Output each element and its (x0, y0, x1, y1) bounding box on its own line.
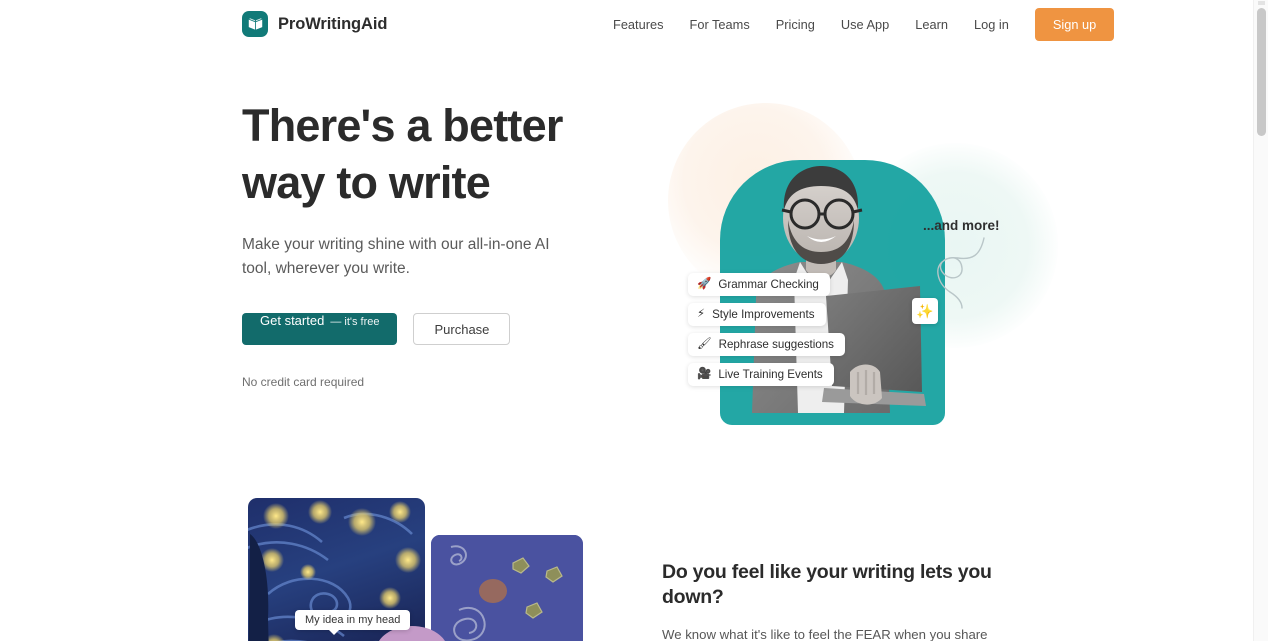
paintbrush-icon: 🖌 (697, 337, 712, 350)
feature-pill: ⚡ Style Improvements (688, 303, 826, 326)
get-started-sublabel: — it's free (330, 316, 380, 329)
feature-label: Grammar Checking (718, 278, 819, 291)
hero-subtitle: Make your writing shine with our all-in-… (242, 236, 550, 277)
feature-pill-list: 🚀 Grammar Checking ⚡ Style Improvements … (688, 273, 888, 393)
hero-section: There's a better way to write Make your … (0, 48, 1253, 478)
feature-pill: 🎥 Live Training Events (688, 363, 834, 386)
get-started-label: Get started (260, 313, 325, 329)
feature-pill: 🖌 Rephrase suggestions (688, 333, 845, 356)
feature-label: Rephrase suggestions (718, 338, 834, 351)
section2-heading: Do you feel like your writing lets you d… (662, 561, 992, 609)
brand-logo-link[interactable]: ProWritingAid (242, 11, 387, 37)
nav-item-log-in[interactable]: Log in (961, 11, 1022, 38)
nav-item-pricing[interactable]: Pricing (763, 11, 828, 38)
section2-copy: Do you feel like your writing lets you d… (662, 560, 1032, 641)
open-book-icon (242, 11, 268, 37)
balloon-doodle-icon (937, 237, 985, 309)
image-caption-chip: My idea in my head (295, 610, 411, 635)
scrollbar-track-cap (1258, 1, 1265, 5)
main-navigation: Features For Teams Pricing Use App Learn… (600, 0, 1115, 48)
nav-item-features[interactable]: Features (600, 11, 677, 38)
brand-name: ProWritingAid (278, 14, 388, 33)
site-header: ProWritingAid Features For Teams Pricing… (0, 0, 1253, 48)
and-more-annotation: ...and more! (923, 218, 1000, 233)
simplified-painting-image (431, 535, 583, 641)
page-scrollbar[interactable] (1253, 0, 1268, 641)
writing-lets-you-down-section: My idea in my head Do you feel like your… (0, 478, 1253, 641)
purchase-button[interactable]: Purchase (413, 313, 511, 346)
nav-item-for-teams[interactable]: For Teams (677, 11, 763, 38)
scrollbar-thumb[interactable] (1257, 8, 1266, 136)
page-title: There's a better way to write (242, 98, 642, 211)
artwork-comparison: My idea in my head (248, 498, 628, 641)
feature-label: Live Training Events (718, 368, 823, 381)
no-credit-card-note: No credit card required (242, 375, 365, 390)
feature-label: Style Improvements (712, 308, 815, 321)
nav-item-use-app[interactable]: Use App (828, 11, 902, 38)
nav-item-learn[interactable]: Learn (902, 11, 961, 38)
lightning-icon: ⚡ (697, 307, 706, 320)
sign-up-button[interactable]: Sign up (1034, 7, 1115, 41)
hero-cta-group: Get started — it's free Purchase (242, 313, 642, 346)
feature-pill: 🚀 Grammar Checking (688, 273, 830, 296)
hero-title-line-2: way to write (242, 156, 491, 208)
landing-page: ProWritingAid Features For Teams Pricing… (0, 0, 1268, 641)
hero-copy: There's a better way to write Make your … (242, 98, 642, 389)
hero-illustration: ✨ ...and more! 🚀 Grammar Checking ⚡ Styl… (648, 58, 1058, 438)
hero-title-line-1: There's a better (242, 100, 563, 151)
rocket-icon: 🚀 (697, 277, 712, 290)
section2-body: We know what it's like to feel the FEAR … (662, 626, 988, 641)
video-camera-icon: 🎥 (697, 367, 712, 380)
get-started-button[interactable]: Get started — it's free (242, 313, 398, 346)
